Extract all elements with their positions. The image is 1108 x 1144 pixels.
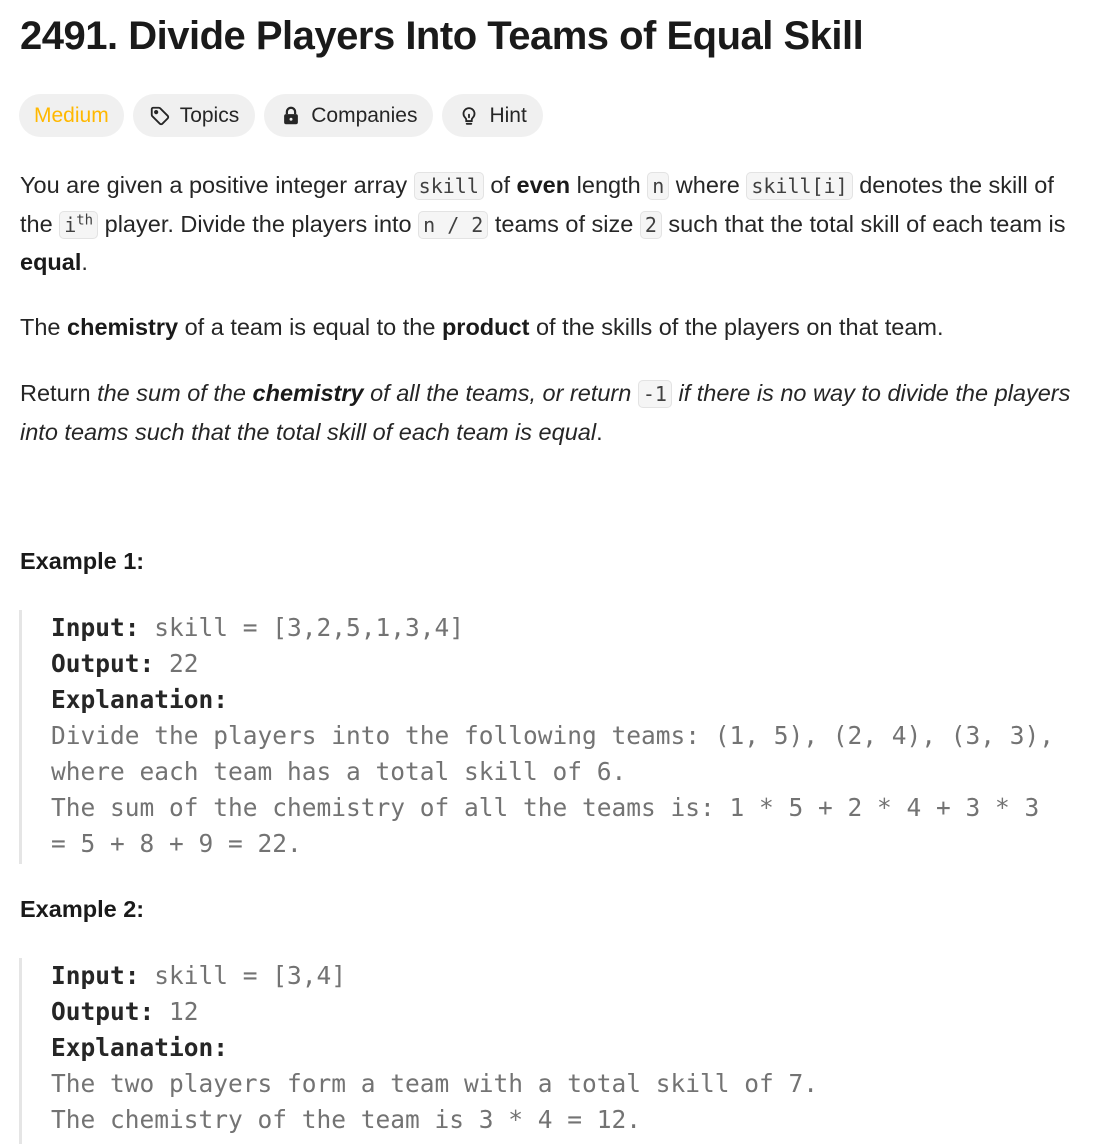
companies-button[interactable]: Companies bbox=[264, 94, 434, 137]
explanation-line: Divide the players into the following te… bbox=[51, 721, 1055, 750]
description-paragraph-2: The chemistry of a team is equal to the … bbox=[20, 314, 944, 340]
example-explanation-label: Explanation: bbox=[51, 685, 229, 714]
inline-code: skill[i] bbox=[746, 172, 853, 200]
example-input: Input: skill = [3,2,5,1,3,4] bbox=[51, 613, 465, 642]
inline-code: skill bbox=[413, 172, 484, 200]
example-output: Output: 22 bbox=[51, 649, 199, 678]
explanation-line: The sum of the chemistry of all the team… bbox=[51, 793, 1040, 822]
hint-button[interactable]: Hint bbox=[442, 94, 543, 137]
problem-title: 2491. Divide Players Into Teams of Equal… bbox=[20, 14, 864, 58]
example-output: Output: 12 bbox=[51, 997, 199, 1026]
example-2-heading: Example 2: bbox=[20, 896, 145, 922]
topics-button[interactable]: Topics bbox=[132, 94, 256, 137]
explanation-line: The two players form a team with a total… bbox=[51, 1069, 819, 1098]
explanation-line: The chemistry of the team is 3 * 4 = 12. bbox=[51, 1105, 642, 1134]
lock-icon bbox=[280, 105, 302, 127]
example-1-heading: Example 1: bbox=[20, 548, 145, 574]
topics-label: Topics bbox=[179, 103, 240, 127]
tag-bar: Medium Topics Companies Hint bbox=[19, 94, 543, 137]
inline-code: -1 bbox=[637, 380, 672, 408]
inline-code: 2 bbox=[639, 210, 662, 239]
hint-label: Hint bbox=[489, 103, 527, 127]
inline-code: ith bbox=[59, 210, 99, 239]
inline-code: n bbox=[647, 172, 670, 200]
tag-icon bbox=[149, 105, 171, 127]
companies-label: Companies bbox=[311, 103, 418, 127]
example-1-block: Input: skill = [3,2,5,1,3,4] Output: 22 … bbox=[19, 610, 1054, 864]
explanation-line: where each team has a total skill of 6. bbox=[51, 757, 627, 786]
explanation-line: = 5 + 8 + 9 = 22. bbox=[51, 829, 302, 858]
lightbulb-icon bbox=[458, 105, 480, 127]
example-input: Input: skill = [3,4] bbox=[51, 961, 347, 990]
difficulty-badge[interactable]: Medium bbox=[19, 94, 124, 137]
description-paragraph-1: You are given a positive integer array s… bbox=[20, 172, 1066, 275]
example-2-block: Input: skill = [3,4] Output: 12 Explanat… bbox=[19, 958, 818, 1144]
example-explanation-label: Explanation: bbox=[51, 1033, 229, 1062]
inline-code: n / 2 bbox=[418, 210, 489, 239]
description-paragraph-3: Return the sum of the chemistry of all t… bbox=[20, 380, 1071, 445]
